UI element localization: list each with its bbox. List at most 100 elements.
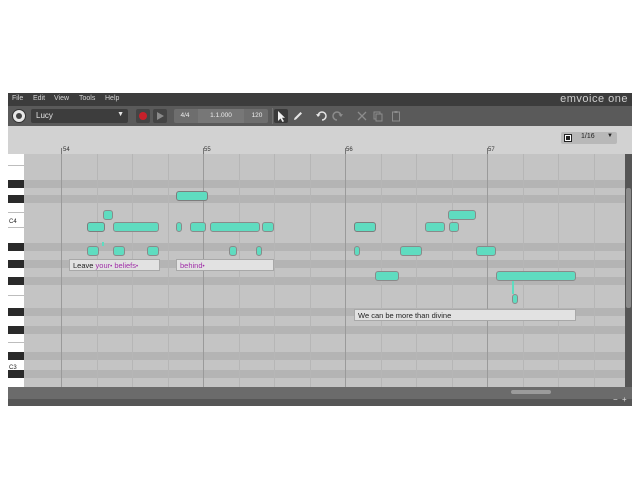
note[interactable] — [375, 271, 399, 281]
snap-value: 1/16 — [581, 133, 595, 140]
toolbar-divider — [272, 108, 273, 124]
app-window: File Edit View Tools Help emvoice one Lu… — [8, 93, 632, 406]
beat-line — [274, 154, 275, 387]
pencil-tool-button[interactable] — [291, 109, 305, 123]
note[interactable] — [354, 222, 376, 232]
time-signature-field[interactable]: 4/4 — [174, 109, 196, 123]
lyric-word: beliefs — [114, 261, 137, 270]
note[interactable] — [87, 246, 99, 256]
zoom-in-button[interactable]: + — [622, 396, 627, 404]
lyric-box[interactable]: behind• — [176, 259, 274, 271]
note[interactable] — [496, 271, 576, 281]
menu-tools[interactable]: Tools — [79, 95, 95, 102]
note[interactable] — [190, 222, 206, 232]
copy-button[interactable] — [371, 109, 385, 123]
note[interactable] — [113, 246, 125, 256]
bar-line — [345, 154, 346, 387]
piano-black-key[interactable] — [8, 180, 24, 188]
piano-roll-grid[interactable]: Leave your• beliefs• behind• We can be m… — [24, 154, 625, 387]
pitch-curve — [512, 281, 514, 294]
redo-icon — [332, 111, 343, 121]
beat-line — [416, 154, 417, 387]
note[interactable] — [210, 222, 260, 232]
key-separator — [8, 227, 24, 228]
play-button[interactable] — [153, 109, 167, 123]
pencil-icon — [294, 112, 302, 120]
record-button[interactable] — [136, 109, 150, 123]
beat-line — [168, 154, 169, 387]
play-icon — [157, 112, 164, 120]
snap-toggle-checkbox[interactable] — [564, 134, 572, 142]
piano-black-key[interactable] — [8, 370, 24, 378]
bar-number-54: 54 — [63, 147, 70, 153]
lane-dark — [24, 352, 625, 360]
piano-black-key[interactable] — [8, 277, 24, 285]
piano-black-key[interactable] — [8, 326, 24, 334]
note[interactable] — [103, 210, 113, 220]
pointer-tool-button[interactable] — [274, 109, 288, 123]
vertical-scroll-thumb[interactable] — [626, 188, 631, 308]
snap-select[interactable]: 1/16 ▼ — [561, 132, 617, 144]
piano-black-key[interactable] — [8, 352, 24, 360]
lyric-word: Leave — [73, 261, 96, 270]
lane-dark — [24, 180, 625, 188]
undo-button[interactable] — [314, 109, 328, 123]
zoom-out-button[interactable]: − — [613, 396, 618, 404]
voice-select[interactable]: Lucy ▼ — [31, 109, 128, 123]
note[interactable] — [448, 210, 476, 220]
note[interactable] — [176, 222, 182, 232]
paste-button[interactable] — [389, 109, 403, 123]
key-separator — [8, 295, 24, 296]
chevron-down-icon: ▼ — [117, 111, 124, 118]
note[interactable] — [400, 246, 422, 256]
app-logo-icon[interactable] — [12, 109, 26, 123]
note[interactable] — [176, 191, 208, 201]
note[interactable] — [87, 222, 105, 232]
lyric-box[interactable]: Leave your• beliefs• — [69, 259, 160, 271]
menu-file[interactable]: File — [12, 95, 23, 102]
note[interactable] — [262, 222, 274, 232]
position-field[interactable]: 1.1.000 — [198, 109, 244, 123]
piano-black-key[interactable] — [8, 260, 24, 268]
note[interactable] — [256, 246, 262, 256]
beat-line — [452, 154, 453, 387]
cut-button[interactable] — [355, 109, 369, 123]
piano-black-key[interactable] — [8, 308, 24, 316]
note[interactable] — [147, 246, 159, 256]
piano-keyboard[interactable]: C4 C3 — [8, 154, 24, 387]
note[interactable] — [449, 222, 459, 232]
undo-icon — [316, 111, 327, 121]
timeline-ruler[interactable]: 1/16 ▼ 54 55 56 57 — [8, 126, 632, 154]
toolbar: Lucy ▼ 4/4 1.1.000 120 — [8, 106, 632, 126]
tempo-field[interactable]: 120 — [246, 109, 268, 123]
beat-line — [594, 154, 595, 387]
lyric-word: We can be more than divine — [358, 311, 452, 320]
piano-black-key[interactable] — [8, 195, 24, 203]
lyric-word: your — [95, 261, 111, 270]
redo-button[interactable] — [331, 109, 345, 123]
menu-help[interactable]: Help — [105, 95, 119, 102]
paste-icon — [392, 111, 400, 122]
cut-icon — [357, 111, 367, 121]
brand-logo: emvoice one — [560, 93, 628, 105]
menu-view[interactable]: View — [54, 95, 69, 102]
syllable-marker: • — [202, 264, 205, 270]
voice-select-value: Lucy — [36, 111, 53, 120]
key-label-c4: C4 — [9, 219, 17, 225]
note[interactable] — [354, 246, 360, 256]
syllable-marker: • — [136, 264, 139, 270]
note[interactable] — [425, 222, 445, 232]
lyric-box[interactable]: We can be more than divine — [354, 309, 576, 321]
pointer-icon — [278, 111, 285, 122]
horizontal-scroll-thumb[interactable] — [511, 390, 551, 394]
note[interactable] — [113, 222, 159, 232]
menu-edit[interactable]: Edit — [33, 95, 45, 102]
beat-line — [310, 154, 311, 387]
status-bar — [8, 399, 632, 406]
pitch-curve — [102, 242, 104, 246]
note[interactable] — [512, 294, 518, 304]
note[interactable] — [476, 246, 496, 256]
bar-number-57: 57 — [488, 147, 495, 153]
note[interactable] — [229, 246, 237, 256]
piano-black-key[interactable] — [8, 243, 24, 251]
